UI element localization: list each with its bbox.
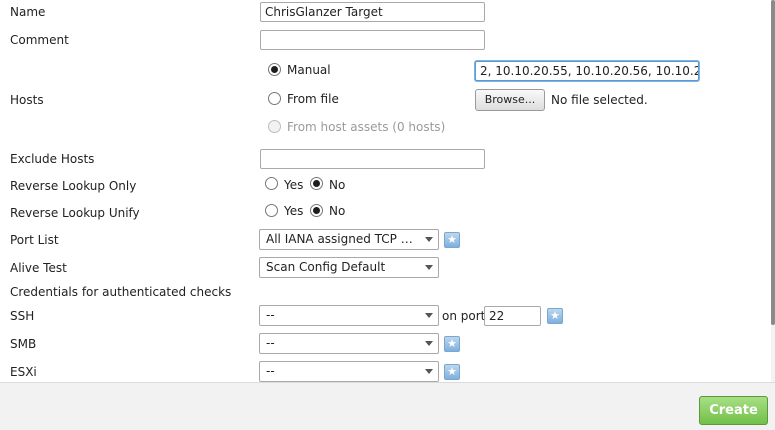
hosts-from-file-label: From file [287, 92, 339, 106]
dialog-footer: Create [0, 382, 775, 430]
ssh-port-input[interactable]: 22 [484, 306, 541, 326]
smb-label: SMB [10, 337, 37, 351]
smb-credential-select[interactable]: -- [259, 333, 439, 354]
alive-test-value: Scan Config Default [266, 260, 386, 274]
chevron-down-icon [425, 313, 433, 318]
ssh-credential-value: -- [266, 308, 275, 322]
star-icon[interactable]: ★ [444, 232, 460, 248]
browse-button[interactable]: Browse... [475, 89, 545, 111]
ssh-credential-select[interactable]: -- [259, 305, 439, 326]
reverse-lookup-only-no-label: No [329, 178, 346, 192]
port-list-select[interactable]: All IANA assigned TCP 2012-02-10 [259, 229, 439, 250]
credentials-heading: Credentials for authenticated checks [10, 285, 232, 299]
comment-input[interactable] [260, 30, 485, 50]
esxi-credential-select[interactable]: -- [259, 361, 439, 382]
esxi-label: ESXi [10, 365, 37, 379]
chevron-down-icon [425, 237, 433, 242]
port-list-value: All IANA assigned TCP 2012-02-10 [266, 232, 416, 246]
new-target-form: Name ChrisGlanzer Target Comment Hosts M… [0, 0, 771, 382]
name-input[interactable]: ChrisGlanzer Target [260, 2, 485, 22]
exclude-hosts-input[interactable] [260, 149, 485, 169]
reverse-lookup-unify-yes-radio[interactable] [265, 204, 278, 217]
port-list-label: Port List [10, 233, 59, 247]
hosts-manual-radio[interactable] [268, 63, 281, 76]
scrollbar-thumb[interactable] [771, 0, 775, 325]
reverse-lookup-only-yes-radio[interactable] [265, 177, 278, 190]
reverse-lookup-only-label: Reverse Lookup Only [10, 179, 137, 193]
alive-test-label: Alive Test [10, 261, 67, 275]
esxi-credential-value: -- [266, 364, 275, 378]
file-status-text: No file selected. [551, 93, 648, 107]
hosts-manual-input[interactable]: 2, 10.10.20.55, 10.10.20.56, 10.10.20.58 [475, 61, 699, 81]
reverse-lookup-only-no-radio[interactable] [310, 177, 323, 190]
comment-label: Comment [10, 33, 69, 47]
reverse-lookup-unify-yes-label: Yes [284, 204, 304, 218]
hosts-label: Hosts [10, 93, 44, 107]
hosts-from-file-radio[interactable] [268, 92, 281, 105]
name-label: Name [10, 5, 46, 19]
chevron-down-icon [425, 265, 433, 270]
smb-credential-value: -- [266, 336, 275, 350]
chevron-down-icon [425, 341, 433, 346]
reverse-lookup-unify-no-radio[interactable] [310, 204, 323, 217]
reverse-lookup-only-yes-label: Yes [284, 178, 304, 192]
alive-test-select[interactable]: Scan Config Default [259, 257, 439, 278]
on-port-label: on port [442, 309, 486, 323]
hosts-from-assets-label: From host assets (0 hosts) [287, 120, 446, 134]
ssh-label: SSH [10, 309, 35, 323]
chevron-down-icon [425, 369, 433, 374]
create-button[interactable]: Create [699, 396, 768, 425]
reverse-lookup-unify-no-label: No [329, 204, 346, 218]
star-icon[interactable]: ★ [444, 364, 460, 380]
exclude-hosts-label: Exclude Hosts [10, 152, 95, 166]
hosts-from-assets-radio[interactable] [268, 120, 281, 133]
hosts-manual-label: Manual [287, 63, 331, 77]
reverse-lookup-unify-label: Reverse Lookup Unify [10, 206, 140, 220]
star-icon[interactable]: ★ [547, 308, 563, 324]
star-icon[interactable]: ★ [444, 336, 460, 352]
